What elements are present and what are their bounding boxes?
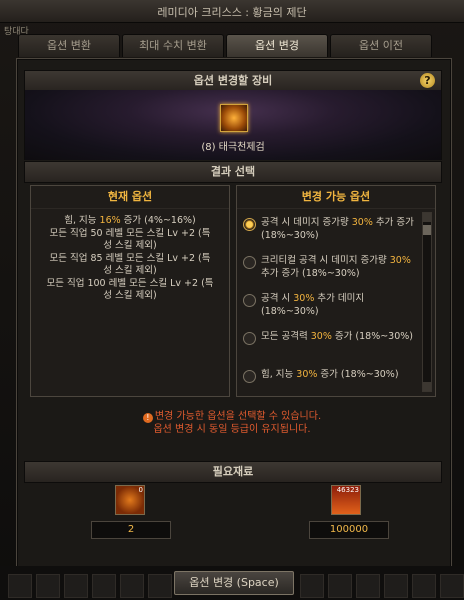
changeable-option-item[interactable]: 크리티컬 공격 시 데미지 증가량 30% 추가 증가 (18%~30%) xyxy=(243,255,421,293)
quickslot[interactable] xyxy=(412,574,436,598)
changeable-option-item[interactable]: 모든 공격력 30% 증가 (18%~30%) xyxy=(243,331,421,369)
scroll-up-arrow-icon[interactable] xyxy=(423,213,431,222)
result-section-title: 결과 선택 xyxy=(210,165,256,178)
equip-section-title: 옵션 변경할 장비 xyxy=(193,74,273,87)
option-text: 성 스킬 제외) xyxy=(103,290,157,301)
notice-text: ! 변경 가능한 옵션을 선택할 수 있습니다. 옵션 변경 시 동일 등급이 유… xyxy=(24,410,440,450)
option-value: 30% xyxy=(351,217,373,228)
scroll-thumb[interactable] xyxy=(423,225,431,235)
radio-button-icon[interactable] xyxy=(243,294,256,307)
window-titlebar[interactable]: 레미디아 크리스스 : 황금의 제단 xyxy=(0,0,464,23)
quickslot[interactable] xyxy=(440,574,464,598)
equip-display: (8) 태극천제검 xyxy=(24,90,442,160)
radio-button-icon[interactable] xyxy=(243,256,256,269)
option-text: 공격 시 데미지 증가량 xyxy=(261,217,352,228)
notice-line-1: 변경 가능한 옵션을 선택할 수 있습니다. xyxy=(154,411,322,422)
current-option-line: 모든 직업 50 레벨 모든 스킬 Lv +2 (특 xyxy=(35,228,225,241)
gold-pile-icon[interactable]: 46323 xyxy=(331,485,361,515)
quickslot[interactable] xyxy=(120,574,144,598)
current-option-line: 성 스킬 제외) xyxy=(35,240,225,253)
equip-section-header: 옵션 변경할 장비 ? xyxy=(24,70,442,92)
quickslot[interactable] xyxy=(384,574,408,598)
gold-quantity: 100000 xyxy=(309,521,389,539)
tab-option-transfer[interactable]: 옵션 이전 xyxy=(330,34,432,57)
materials-section-title: 필요재료 xyxy=(212,465,254,478)
radio-button-icon[interactable] xyxy=(243,370,256,383)
changeable-option-item[interactable]: 공격 시 30% 추가 데미지 (18%~30%) xyxy=(243,293,421,331)
tab-option-change[interactable]: 옵션 변경 xyxy=(226,34,328,57)
equipment-slot[interactable] xyxy=(220,104,248,132)
radio-button-icon[interactable] xyxy=(243,332,256,345)
quickslot[interactable] xyxy=(328,574,352,598)
quickslot[interactable] xyxy=(8,574,32,598)
quickslot[interactable] xyxy=(92,574,116,598)
option-value: 30% xyxy=(293,293,315,304)
option-text: 증가 (18%~30%) xyxy=(317,369,399,380)
option-value: 30% xyxy=(389,255,411,266)
current-options-title: 현재 옵션 xyxy=(31,186,229,209)
equip-item-name: (8) 태극천제검 xyxy=(201,142,265,153)
quickslot[interactable] xyxy=(300,574,324,598)
radio-button-icon[interactable] xyxy=(243,218,256,231)
current-option-line: 성 스킬 제외) xyxy=(35,290,225,303)
material-ore-quantity: 2 xyxy=(91,521,171,539)
notice-line-2: 옵션 변경 시 동일 등급이 유지됩니다. xyxy=(153,424,311,435)
changeable-options-list: 공격 시 데미지 증가량 30% 추가 증가 (18%~30%) 크리티컬 공격 … xyxy=(237,209,435,407)
current-option-line: 성 스킬 제외) xyxy=(35,265,225,278)
option-text: 모든 직업 85 레벨 모든 스킬 Lv +2 (특 xyxy=(49,252,211,264)
changeable-option-item[interactable]: 힘, 지능 30% 증가 (18%~30%) xyxy=(243,369,421,407)
changeable-options-title: 변경 가능 옵션 xyxy=(237,186,435,209)
material-ore-icon[interactable]: 0 xyxy=(115,485,145,515)
materials-section-header: 필요재료 xyxy=(24,461,442,483)
option-value: 30% xyxy=(296,369,318,380)
tab-max-value-convert[interactable]: 최대 수치 변환 xyxy=(122,34,224,57)
option-text: 모든 직업 100 레벨 모든 스킬 Lv +2 (특 xyxy=(46,277,214,289)
window-title: 레미디아 크리스스 : 황금의 제단 xyxy=(157,6,307,19)
scroll-down-arrow-icon[interactable] xyxy=(423,382,431,391)
warning-icon: ! xyxy=(142,413,153,423)
material-ore-badge: 0 xyxy=(138,486,143,494)
option-text: 모든 공격력 xyxy=(261,331,311,342)
current-option-line: 모든 직업 85 레벨 모든 스킬 Lv +2 (특 xyxy=(35,253,225,266)
tab-option-convert[interactable]: 옵션 변환 xyxy=(18,34,120,57)
changeable-options-box: 변경 가능 옵션 공격 시 데미지 증가량 30% 추가 증가 (18%~30%… xyxy=(236,185,436,397)
help-icon[interactable]: ? xyxy=(420,73,435,88)
current-options-list: 힘, 지능 16% 증가 (4%~16%) 모든 직업 50 레벨 모든 스킬 L… xyxy=(31,209,229,303)
option-text: 성 스킬 제외) xyxy=(103,240,157,251)
option-text: 힘, 지능 xyxy=(64,215,100,226)
option-text: 힘, 지능 xyxy=(261,369,297,380)
tab-bar: 옵션 변환 최대 수치 변환 옵션 변경 옵션 이전 xyxy=(18,34,432,57)
quickslot[interactable] xyxy=(64,574,88,598)
change-option-button[interactable]: 옵션 변경 (Space) xyxy=(174,571,294,595)
option-text: 모든 직업 50 레벨 모든 스킬 Lv +2 (특 xyxy=(49,227,211,239)
quickslot[interactable] xyxy=(36,574,60,598)
option-text: 공격 시 xyxy=(261,293,294,304)
option-value: 16% xyxy=(99,215,121,226)
option-text: 성 스킬 제외) xyxy=(103,265,157,276)
option-text: 증가 (4%~16%) xyxy=(120,215,196,226)
changeable-option-item[interactable]: 공격 시 데미지 증가량 30% 추가 증가 (18%~30%) xyxy=(243,217,421,255)
current-options-box: 현재 옵션 힘, 지능 16% 증가 (4%~16%) 모든 직업 50 레벨 모… xyxy=(30,185,230,397)
option-text: 추가 증가 (18%~30%) xyxy=(261,267,360,279)
option-text: 증가 (18%~30%) xyxy=(331,331,413,342)
current-option-line: 힘, 지능 16% 증가 (4%~16%) xyxy=(35,215,225,228)
result-section-header: 결과 선택 xyxy=(24,161,442,183)
option-value: 30% xyxy=(310,331,332,342)
current-option-line: 모든 직업 100 레벨 모든 스킬 Lv +2 (특 xyxy=(35,278,225,291)
options-scrollbar[interactable] xyxy=(422,212,432,392)
quickslot[interactable] xyxy=(356,574,380,598)
option-text: 크리티컬 공격 시 데미지 증가량 xyxy=(261,255,390,266)
quickslot[interactable] xyxy=(148,574,172,598)
gold-pile-badge: 46323 xyxy=(336,486,359,494)
